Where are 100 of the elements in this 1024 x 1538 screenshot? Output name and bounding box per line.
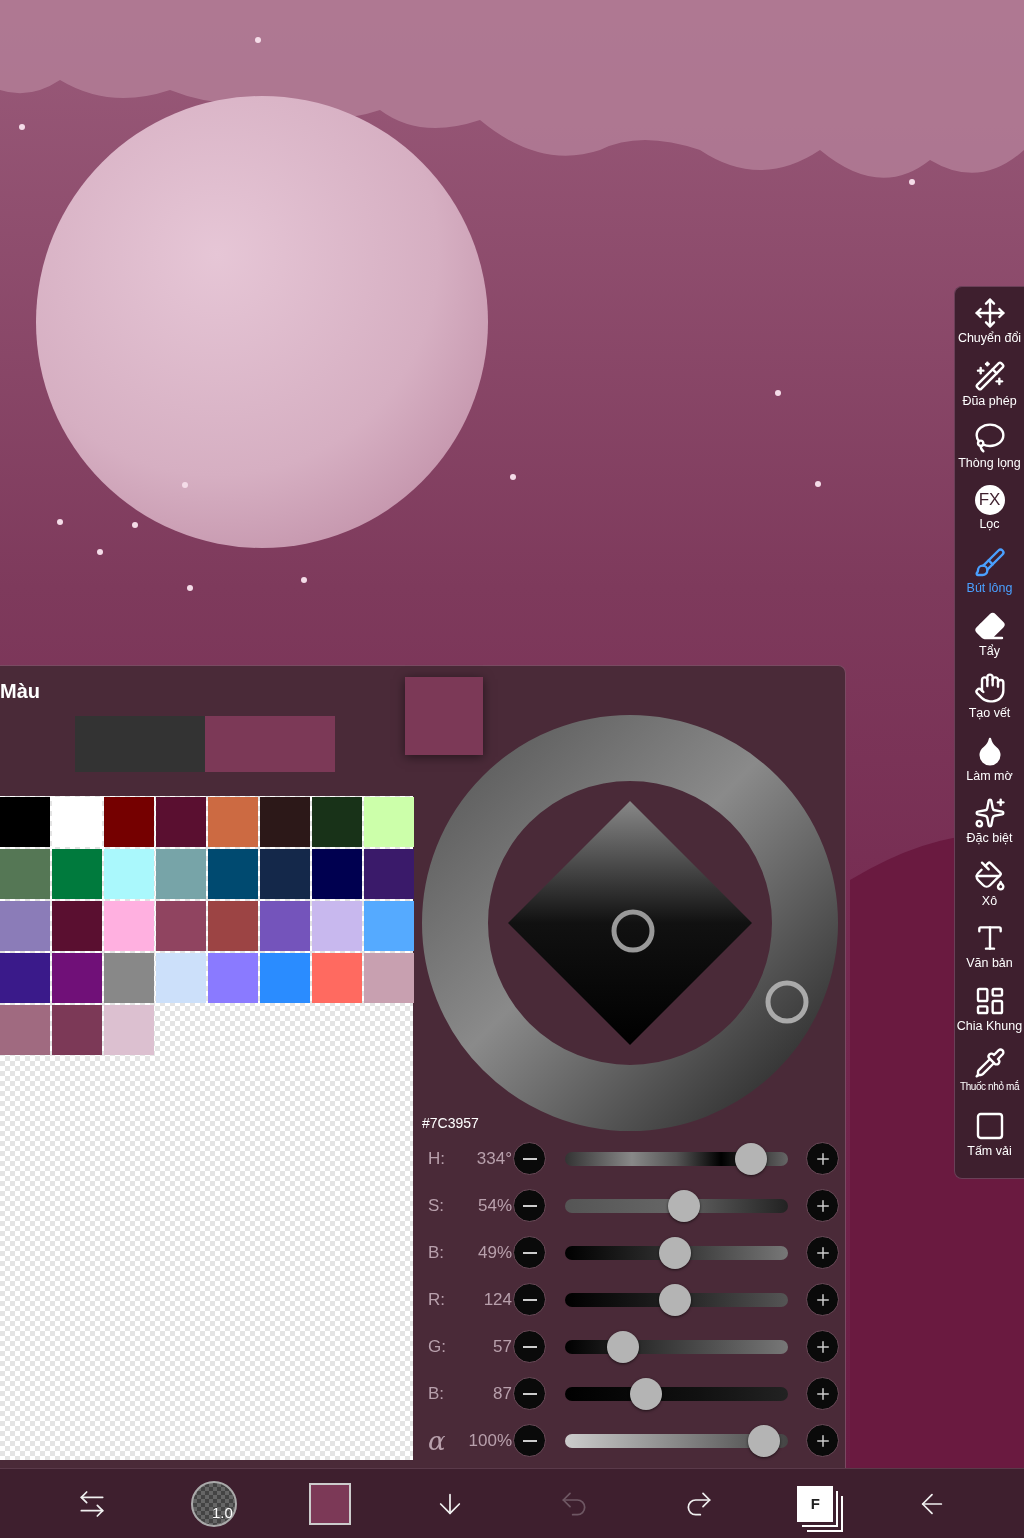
tool-item[interactable]: FX Lọc xyxy=(954,484,1024,547)
brush-icon xyxy=(973,547,1006,579)
palette-swatch[interactable] xyxy=(52,849,102,899)
palette-swatch[interactable] xyxy=(260,901,310,951)
decrease-button[interactable] xyxy=(513,1330,546,1363)
slider-label: B: xyxy=(428,1383,446,1404)
palette-swatch[interactable] xyxy=(208,901,258,951)
tool-item[interactable]: Đũa phép xyxy=(954,359,1024,422)
increase-button[interactable] xyxy=(806,1189,839,1222)
increase-button[interactable] xyxy=(806,1236,839,1269)
tool-label: Tẩy xyxy=(979,643,1000,658)
palette-swatch[interactable] xyxy=(364,849,414,899)
palette-swatch[interactable] xyxy=(260,849,310,899)
palette-swatch[interactable] xyxy=(52,797,102,847)
palette-swatch[interactable] xyxy=(260,953,310,1003)
tool-item[interactable]: Tẩy xyxy=(954,609,1024,672)
palette-swatch[interactable] xyxy=(260,797,310,847)
increase-button[interactable] xyxy=(806,1377,839,1410)
brush-size-button[interactable]: 1.0 xyxy=(190,1480,237,1527)
palette-swatch[interactable] xyxy=(156,849,206,899)
palette-swatch[interactable] xyxy=(104,1005,154,1055)
palette-swatch[interactable] xyxy=(312,797,362,847)
minus-icon xyxy=(522,1392,537,1395)
tool-label: Tấm vải xyxy=(967,1143,1012,1158)
tool-item[interactable]: Tạo vết xyxy=(954,672,1024,735)
palette-swatch[interactable] xyxy=(104,953,154,1003)
decrease-button[interactable] xyxy=(513,1189,546,1222)
palette-swatch[interactable] xyxy=(52,1005,102,1055)
increase-button[interactable] xyxy=(806,1424,839,1457)
color-button[interactable] xyxy=(309,1482,352,1525)
palette-swatch[interactable] xyxy=(208,953,258,1003)
palette-swatch[interactable] xyxy=(0,1005,50,1055)
diamond-handle[interactable] xyxy=(611,909,655,953)
minus-icon xyxy=(522,1345,537,1348)
paint-bucket-icon xyxy=(973,859,1006,892)
increase-button[interactable] xyxy=(806,1142,839,1175)
ring-handle[interactable] xyxy=(765,980,809,1024)
tool-item[interactable]: Thuốc nhỏ mắ xyxy=(954,1047,1024,1110)
tool-item[interactable]: Văn bản xyxy=(954,922,1024,985)
palette-swatch[interactable] xyxy=(208,849,258,899)
palette-swatch[interactable] xyxy=(156,901,206,951)
compare-swatch[interactable] xyxy=(205,716,335,772)
tool-label: Đặc biệt xyxy=(966,831,1013,845)
slider-thumb[interactable] xyxy=(748,1424,781,1457)
slider-thumb[interactable] xyxy=(668,1189,701,1222)
decrease-button[interactable] xyxy=(513,1377,546,1410)
palette-swatch[interactable] xyxy=(364,901,414,951)
slider-label: S: xyxy=(428,1195,446,1216)
slider-value: 334° xyxy=(475,1148,512,1169)
decrease-button[interactable] xyxy=(513,1236,546,1269)
move-icon xyxy=(973,297,1006,329)
lasso-icon xyxy=(973,422,1006,454)
eyedropper-icon xyxy=(973,1047,1006,1079)
palette-swatch[interactable] xyxy=(0,797,50,847)
slider-label: R: xyxy=(428,1289,446,1310)
fx-icon: FX xyxy=(974,484,1005,515)
tool-item[interactable]: Bút lông xyxy=(954,547,1024,610)
palette-swatch[interactable] xyxy=(0,849,50,899)
tool-label: Văn bản xyxy=(966,956,1013,970)
hue-ring[interactable] xyxy=(422,715,838,1131)
slider-thumb[interactable] xyxy=(607,1330,639,1363)
brightness-diamond[interactable] xyxy=(508,801,752,1045)
palette-swatch[interactable] xyxy=(0,953,50,1003)
slider-value: 57 xyxy=(492,1336,512,1357)
palette-swatch[interactable] xyxy=(156,797,206,847)
palette-swatch[interactable] xyxy=(312,953,362,1003)
palette-swatch[interactable] xyxy=(208,797,258,847)
palette-swatch[interactable] xyxy=(104,797,154,847)
compare-swatch[interactable] xyxy=(75,716,205,772)
increase-button[interactable] xyxy=(806,1330,839,1363)
minus-icon xyxy=(522,1439,537,1442)
increase-button[interactable] xyxy=(806,1283,839,1316)
tool-item[interactable]: Xô xyxy=(954,859,1024,922)
slider-thumb[interactable] xyxy=(629,1377,662,1410)
tool-label: Đũa phép xyxy=(962,393,1017,408)
palette-swatch[interactable] xyxy=(104,901,154,951)
tool-item[interactable]: Đặc biệt xyxy=(954,797,1024,860)
slider-thumb[interactable] xyxy=(658,1283,691,1316)
decrease-button[interactable] xyxy=(513,1142,546,1175)
decrease-button[interactable] xyxy=(513,1424,546,1457)
tool-item[interactable]: Chia Khung xyxy=(954,984,1024,1047)
palette-swatch[interactable] xyxy=(52,901,102,951)
palette-swatch[interactable] xyxy=(156,953,206,1003)
palette-swatch[interactable] xyxy=(0,901,50,951)
hand-icon xyxy=(973,672,1006,704)
slider-thumb[interactable] xyxy=(735,1142,767,1175)
palette-swatch[interactable] xyxy=(364,953,414,1003)
palette-swatch[interactable] xyxy=(312,849,362,899)
palette-swatch[interactable] xyxy=(364,797,414,847)
tool-label: Tạo vết xyxy=(968,706,1011,720)
palette-swatch[interactable] xyxy=(52,953,102,1003)
tool-label: Bút lông xyxy=(966,581,1013,595)
decrease-button[interactable] xyxy=(513,1283,546,1316)
tool-item[interactable]: Làm mờ xyxy=(954,734,1024,797)
tool-item[interactable]: Thòng lọng xyxy=(954,422,1024,485)
palette-swatch[interactable] xyxy=(312,901,362,951)
palette-swatch[interactable] xyxy=(104,849,154,899)
slider-thumb[interactable] xyxy=(658,1236,691,1269)
tool-item[interactable]: Tấm vải xyxy=(954,1109,1024,1172)
tool-item[interactable]: Chuyển đổi xyxy=(954,297,1024,360)
